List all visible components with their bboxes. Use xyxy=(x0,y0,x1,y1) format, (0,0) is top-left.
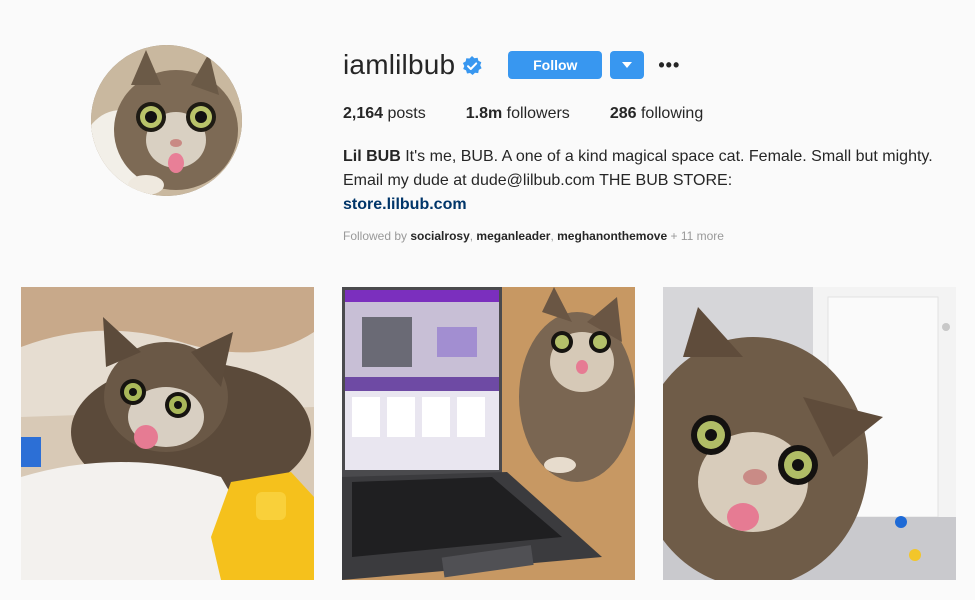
follow-button[interactable]: Follow xyxy=(508,51,603,79)
post-thumbnail[interactable] xyxy=(21,287,314,580)
caret-down-icon xyxy=(622,62,633,68)
posts-stat: 2,164 posts xyxy=(343,104,426,124)
followers-stat[interactable]: 1.8m followers xyxy=(466,104,570,124)
followed-by-user[interactable]: meghanonthemove xyxy=(557,229,667,243)
ellipsis-icon[interactable]: ••• xyxy=(658,51,680,79)
followers-label: followers xyxy=(506,105,570,122)
verified-badge-icon xyxy=(462,56,482,76)
post-thumbnail[interactable] xyxy=(342,287,635,580)
following-label: following xyxy=(640,105,704,122)
followed-by-more[interactable]: + 11 more xyxy=(671,229,724,243)
post-image xyxy=(663,287,956,580)
post-thumbnail[interactable] xyxy=(663,287,956,580)
profile-header: iamlilbub Follow ••• xyxy=(343,50,680,80)
post-image xyxy=(342,287,635,580)
followers-count: 1.8m xyxy=(465,105,503,122)
following-count: 286 xyxy=(609,105,637,122)
posts-count: 2,164 xyxy=(343,105,384,122)
followed-by: Followed by socialrosy, meganleader, meg… xyxy=(343,229,724,243)
profile-avatar[interactable] xyxy=(91,45,242,196)
posts-label: posts xyxy=(387,105,426,122)
display-name: Lil BUB xyxy=(343,148,401,165)
profile-bio: Lil BUB It's me, BUB. A one of a kind ma… xyxy=(343,145,963,217)
username: iamlilbub xyxy=(343,49,456,80)
avatar-cat-image xyxy=(91,45,242,196)
suggestions-dropdown-button[interactable] xyxy=(610,51,645,79)
profile-stats: 2,164 posts 1.8m followers 286 following xyxy=(343,104,743,124)
followed-by-prefix: Followed by xyxy=(343,229,408,243)
bio-link[interactable]: store.lilbub.com xyxy=(343,193,963,217)
bio-text: It's me, BUB. A one of a kind magical sp… xyxy=(343,148,933,189)
posts-grid xyxy=(21,287,956,580)
followed-by-user[interactable]: socialrosy xyxy=(410,229,469,243)
following-stat[interactable]: 286 following xyxy=(610,104,703,124)
followed-by-user[interactable]: meganleader xyxy=(476,229,550,243)
post-image xyxy=(21,287,314,580)
